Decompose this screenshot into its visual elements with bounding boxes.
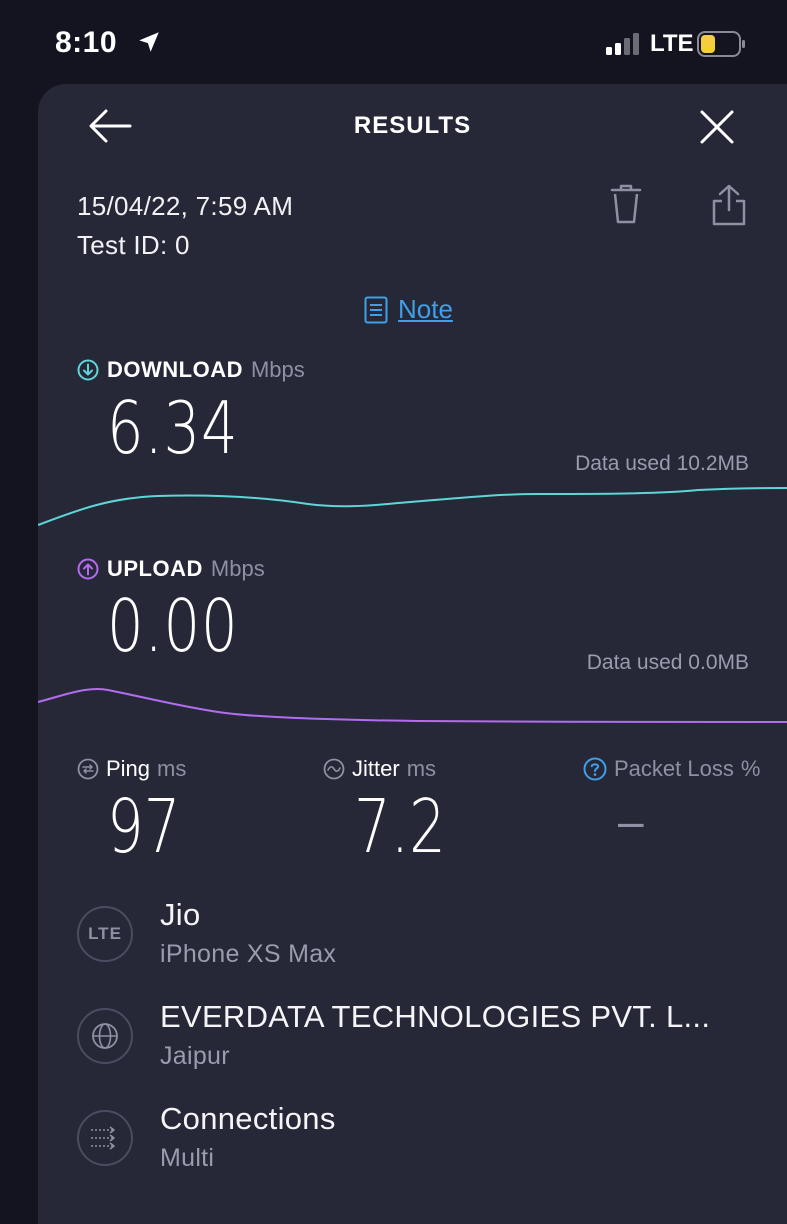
packet-loss-label: Packet Loss bbox=[614, 756, 734, 781]
connections-icon bbox=[77, 1110, 133, 1166]
download-label: DOWNLOAD bbox=[107, 357, 243, 382]
packet-loss-unit: % bbox=[740, 756, 761, 781]
test-date: 15/04/22, 7:59 AM bbox=[77, 191, 294, 221]
battery-icon bbox=[697, 31, 745, 57]
upload-value: 0.00 bbox=[107, 584, 239, 668]
jitter-label-row: Jitter ms bbox=[323, 756, 436, 782]
server-provider: EVERDATA TECHNOLOGIES PVT. L... bbox=[160, 999, 711, 1034]
connections-value: Multi bbox=[160, 1144, 215, 1172]
packet-loss-label-row[interactable]: Packet Loss % bbox=[583, 756, 760, 782]
connections-glyph bbox=[91, 1126, 115, 1150]
upload-data-used: Data used 0.0MB bbox=[586, 651, 749, 674]
share-icon[interactable] bbox=[711, 184, 747, 226]
jitter-unit: ms bbox=[406, 756, 437, 781]
download-speed-graph bbox=[38, 487, 787, 526]
ping-label: Ping bbox=[106, 756, 151, 781]
carrier-name: Jio bbox=[160, 897, 201, 932]
note-label: Note bbox=[398, 294, 453, 324]
server-location: Jaipur bbox=[160, 1042, 230, 1070]
status-bar: 8:10 LTE bbox=[0, 0, 787, 86]
signal-strength-icon bbox=[606, 33, 639, 55]
globe-icon bbox=[77, 1008, 133, 1064]
note-link[interactable]: Note bbox=[364, 294, 453, 325]
lte-icon: LTE bbox=[77, 906, 133, 962]
test-id: Test ID: 0 bbox=[77, 230, 190, 260]
results-sheet: RESULTS 15/04/22, 7:59 AM Test ID: 0 Not… bbox=[38, 84, 787, 1224]
globe-glyph bbox=[92, 1023, 118, 1049]
device-name: iPhone XS Max bbox=[160, 940, 337, 968]
download-value: 6.34 bbox=[107, 386, 239, 470]
ping-label-row: Ping ms bbox=[77, 756, 186, 782]
note-icon bbox=[364, 296, 388, 323]
ping-unit: ms bbox=[157, 756, 187, 781]
download-label-row: DOWNLOAD Mbps bbox=[77, 357, 305, 383]
packet-loss-value: – bbox=[618, 795, 644, 847]
page-title: RESULTS bbox=[353, 112, 472, 139]
help-icon[interactable] bbox=[583, 757, 607, 781]
status-time: 8:10 bbox=[55, 26, 118, 59]
close-icon[interactable] bbox=[698, 108, 736, 146]
upload-speed-graph bbox=[38, 687, 787, 723]
jitter-label: Jitter bbox=[352, 756, 400, 781]
jitter-icon bbox=[323, 758, 345, 780]
ping-icon bbox=[77, 758, 99, 780]
connections-label: Connections bbox=[160, 1101, 336, 1136]
download-unit: Mbps bbox=[250, 357, 305, 382]
jitter-value: 7.2 bbox=[354, 784, 446, 870]
upload-label-row: UPLOAD Mbps bbox=[77, 556, 265, 582]
location-arrow-icon bbox=[139, 32, 159, 52]
upload-arrow-icon bbox=[77, 558, 99, 580]
lte-badge: LTE bbox=[88, 924, 122, 943]
upload-label: UPLOAD bbox=[107, 556, 203, 581]
upload-unit: Mbps bbox=[210, 556, 265, 581]
network-type: LTE bbox=[650, 30, 694, 57]
ping-value: 97 bbox=[107, 784, 181, 870]
trash-icon[interactable] bbox=[610, 184, 642, 224]
download-arrow-icon bbox=[77, 359, 99, 381]
